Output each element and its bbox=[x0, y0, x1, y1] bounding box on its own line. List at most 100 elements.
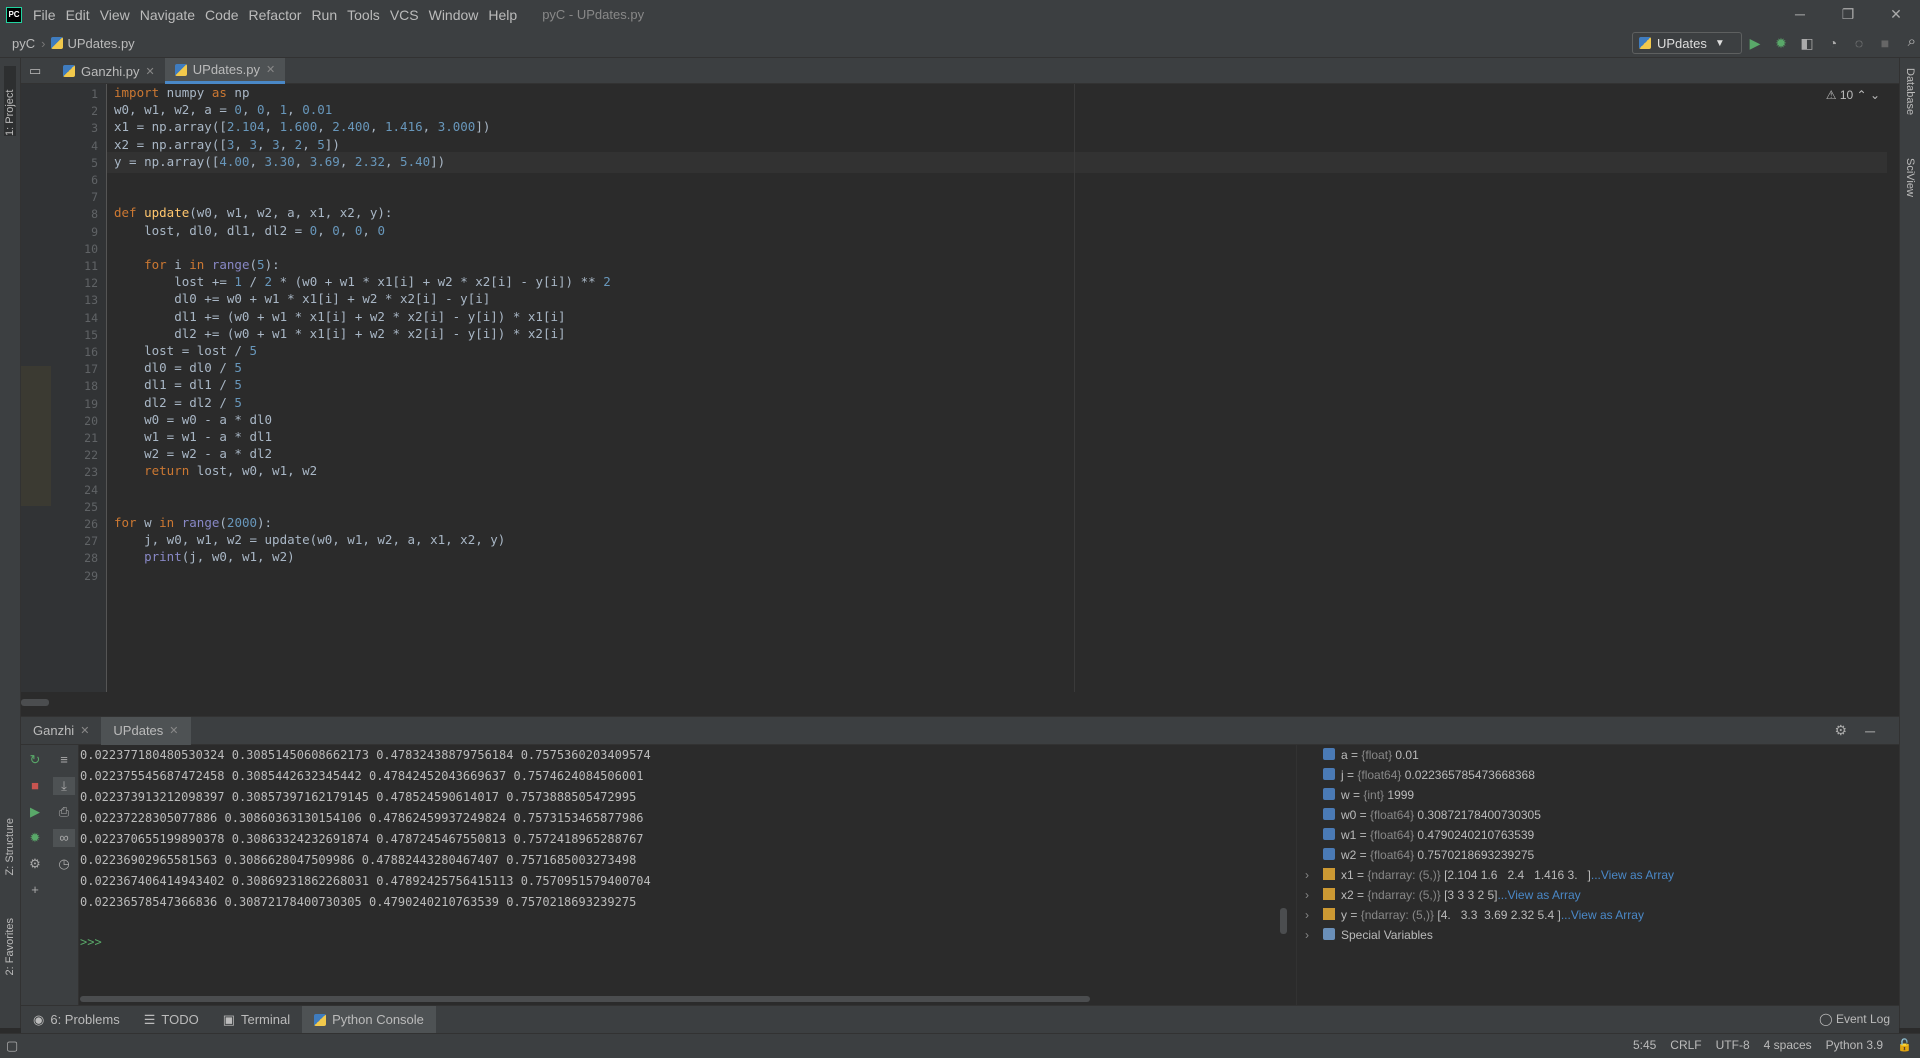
expand-icon[interactable]: › bbox=[1305, 908, 1309, 922]
line-number[interactable]: 24 bbox=[84, 483, 98, 497]
code-line[interactable]: lost += 1 / 2 * (w0 + w1 * x1[i] + w2 * … bbox=[114, 274, 611, 289]
hide-panel-icon[interactable]: ─ bbox=[1865, 723, 1875, 739]
line-number[interactable]: 23 bbox=[84, 465, 98, 479]
line-number[interactable]: 27 bbox=[84, 534, 98, 548]
problems-tab[interactable]: ◉ 6: Problems bbox=[21, 1006, 132, 1034]
code-line[interactable]: x1 = np.array([2.104, 1.600, 2.400, 1.41… bbox=[114, 119, 490, 134]
line-number[interactable]: 22 bbox=[84, 448, 98, 462]
console-scroll-thumb[interactable] bbox=[1280, 908, 1287, 934]
expand-icon[interactable]: › bbox=[1305, 928, 1309, 942]
line-number[interactable]: 2 bbox=[91, 104, 98, 118]
scroll-to-end-icon[interactable]: ⤓ bbox=[53, 777, 75, 795]
line-number[interactable]: 10 bbox=[84, 242, 98, 256]
variable-row[interactable]: a = {float} 0.01 bbox=[1323, 748, 1419, 762]
line-number[interactable]: 13 bbox=[84, 293, 98, 307]
line-number[interactable]: 9 bbox=[91, 225, 98, 239]
maximize-button[interactable]: ❐ bbox=[1824, 0, 1872, 29]
code-line[interactable]: w2 = w2 - a * dl2 bbox=[114, 446, 272, 461]
variable-row[interactable]: w = {int} 1999 bbox=[1323, 788, 1414, 802]
run-configuration-select[interactable]: UPdates ▼ bbox=[1632, 32, 1742, 54]
line-number[interactable]: 21 bbox=[84, 431, 98, 445]
execute-icon[interactable]: ▶ bbox=[24, 803, 46, 821]
line-separator[interactable]: CRLF bbox=[1670, 1038, 1701, 1052]
line-number[interactable]: 5 bbox=[91, 156, 98, 170]
lock-icon[interactable]: 🔓 bbox=[1897, 1038, 1912, 1052]
tab-updates[interactable]: UPdates.py ✕ bbox=[164, 58, 286, 84]
show-variables-icon[interactable]: ∞ bbox=[53, 829, 75, 847]
close-tab-icon[interactable]: ✕ bbox=[169, 724, 178, 737]
add-icon[interactable]: + bbox=[24, 881, 46, 899]
view-as-array-link[interactable]: ...View as Array bbox=[1591, 868, 1674, 882]
coverage-icon[interactable]: ◧ bbox=[1796, 32, 1818, 54]
sidebar-toggle-icon[interactable]: ▭ bbox=[21, 58, 53, 84]
code-line[interactable]: w0, w1, w2, a = 0, 0, 1, 0.01 bbox=[114, 102, 332, 117]
caret-position[interactable]: 5:45 bbox=[1633, 1038, 1656, 1052]
close-window-button[interactable]: ✕ bbox=[1872, 0, 1920, 29]
line-number[interactable]: 12 bbox=[84, 276, 98, 290]
code-line[interactable]: dl1 = dl1 / 5 bbox=[114, 377, 242, 392]
variable-row[interactable]: w0 = {float64} 0.30872178400730305 bbox=[1323, 808, 1541, 822]
code-line[interactable]: dl1 += (w0 + w1 * x1[i] + w2 * x2[i] - y… bbox=[114, 309, 565, 324]
line-number[interactable]: 15 bbox=[84, 328, 98, 342]
code-line[interactable]: dl2 += (w0 + w1 * x1[i] + w2 * x2[i] - y… bbox=[114, 326, 565, 341]
run-icon[interactable]: ▶ bbox=[1744, 32, 1766, 54]
view-as-array-link[interactable]: ...View as Array bbox=[1497, 888, 1580, 902]
variable-row[interactable]: w1 = {float64} 0.4790240210763539 bbox=[1323, 828, 1534, 842]
print-icon[interactable]: ⎙ bbox=[53, 803, 75, 821]
line-number[interactable]: 18 bbox=[84, 379, 98, 393]
view-as-array-link[interactable]: ...View as Array bbox=[1561, 908, 1644, 922]
line-number[interactable]: 14 bbox=[84, 311, 98, 325]
indent-setting[interactable]: 4 spaces bbox=[1764, 1038, 1812, 1052]
line-number[interactable]: 3 bbox=[91, 121, 98, 135]
code-editor[interactable]: import numpy as np w0, w1, w2, a = 0, 0, … bbox=[107, 84, 1887, 692]
line-number[interactable]: 7 bbox=[91, 190, 98, 204]
file-encoding[interactable]: UTF-8 bbox=[1716, 1038, 1750, 1052]
code-line[interactable]: def update(w0, w1, w2, a, x1, x2, y): bbox=[114, 205, 392, 220]
project-tool-button[interactable]: 1: Project bbox=[4, 66, 16, 136]
line-number[interactable]: 20 bbox=[84, 414, 98, 428]
expand-icon[interactable]: › bbox=[1305, 888, 1309, 902]
database-tool-button[interactable]: Database bbox=[1904, 68, 1916, 115]
close-tab-icon[interactable]: ✕ bbox=[80, 724, 89, 737]
line-number[interactable]: 17 bbox=[84, 362, 98, 376]
minimize-button[interactable]: ─ bbox=[1776, 0, 1824, 29]
line-number[interactable]: 11 bbox=[84, 259, 98, 273]
line-number[interactable]: 29 bbox=[84, 569, 98, 583]
variable-row[interactable]: › x1 = {ndarray: (5,)} [2.104 1.6 2.4 1.4… bbox=[1305, 868, 1674, 882]
variable-row[interactable]: j = {float64} 0.022365785473668368 bbox=[1323, 768, 1535, 782]
stop-icon[interactable]: ■ bbox=[1874, 32, 1896, 54]
todo-tab[interactable]: ☰ TODO bbox=[132, 1006, 211, 1034]
console-output[interactable]: >>> 0.022377180480530324 0.3085145060866… bbox=[80, 745, 1290, 1005]
line-number[interactable]: 1 bbox=[91, 87, 98, 101]
code-line[interactable]: for i in range(5): bbox=[114, 257, 280, 272]
line-number[interactable]: 19 bbox=[84, 397, 98, 411]
console-tab-ganzhi[interactable]: Ganzhi ✕ bbox=[21, 717, 101, 745]
menu-help[interactable]: Help bbox=[483, 7, 522, 23]
sciview-tool-button[interactable]: SciView bbox=[1904, 158, 1916, 197]
line-number[interactable]: 6 bbox=[91, 173, 98, 187]
breadcrumb-project[interactable]: pyC bbox=[12, 36, 35, 51]
terminal-tab[interactable]: ▣ Terminal bbox=[211, 1006, 302, 1034]
menu-view[interactable]: View bbox=[95, 7, 135, 23]
python-console-tab[interactable]: Python Console bbox=[302, 1005, 436, 1034]
special-variables-row[interactable]: › Special Variables bbox=[1305, 928, 1433, 942]
settings-icon[interactable]: ⚙ bbox=[24, 855, 46, 873]
line-number[interactable]: 28 bbox=[84, 551, 98, 565]
code-line[interactable]: print(j, w0, w1, w2) bbox=[114, 549, 295, 564]
chevron-up-icon[interactable]: ⌃ bbox=[1857, 88, 1867, 102]
variable-row[interactable]: › y = {ndarray: (5,)} [4. 3.3 3.69 2.32 5… bbox=[1305, 908, 1644, 922]
close-tab-icon[interactable]: ✕ bbox=[146, 65, 155, 78]
close-tab-icon[interactable]: ✕ bbox=[266, 63, 275, 76]
code-line[interactable]: x2 = np.array([3, 3, 3, 2, 5]) bbox=[114, 137, 340, 152]
scroll-thumb[interactable] bbox=[21, 699, 49, 706]
menu-navigate[interactable]: Navigate bbox=[135, 7, 200, 23]
menu-edit[interactable]: Edit bbox=[61, 7, 95, 23]
structure-tool-button[interactable]: Z: Structure bbox=[4, 818, 16, 875]
menu-code[interactable]: Code bbox=[200, 7, 243, 23]
editor-horizontal-scrollbar[interactable] bbox=[21, 692, 1899, 716]
tab-ganzhi[interactable]: Ganzhi.py ✕ bbox=[53, 58, 165, 84]
line-number[interactable]: 16 bbox=[84, 345, 98, 359]
variable-row[interactable]: › x2 = {ndarray: (5,)} [3 3 3 2 5]...View… bbox=[1305, 888, 1581, 902]
line-number[interactable]: 26 bbox=[84, 517, 98, 531]
menu-vcs[interactable]: VCS bbox=[385, 7, 424, 23]
